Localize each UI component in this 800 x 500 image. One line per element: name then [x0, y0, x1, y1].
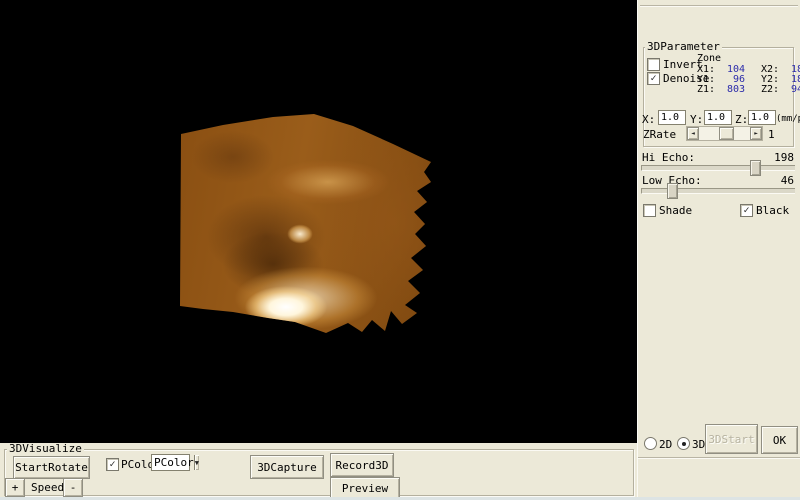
bottom-toolbar: 3DVisualize StartRotate + Speed - ✓ PCol…: [0, 443, 637, 500]
low-echo-slider-thumb[interactable]: [667, 183, 678, 199]
speed-plus-button[interactable]: +: [5, 478, 25, 497]
zone-z1-value: 803: [717, 85, 745, 95]
parameter-panel: 3DParameter Invert ✓ Denoise Zone X1: 10…: [637, 0, 800, 500]
zone-z2-label: Z2:: [761, 85, 783, 95]
radio-dot-icon: [682, 442, 686, 446]
3dstart-button[interactable]: 3DStart: [705, 424, 758, 454]
pcolor-dropdown[interactable]: PColor ▼: [151, 454, 190, 471]
scale-x-label: X:: [642, 113, 655, 126]
zrate-scrollbar[interactable]: ◄ ►: [686, 126, 763, 141]
render-viewport[interactable]: [0, 0, 637, 443]
ok-button[interactable]: OK: [761, 426, 798, 454]
black-checkbox[interactable]: ✓: [740, 204, 753, 217]
pcolor-checkbox[interactable]: ✓: [106, 458, 119, 471]
zrate-scroll-thumb[interactable]: [719, 127, 734, 140]
3dcapture-button[interactable]: 3DCapture: [250, 455, 324, 479]
low-echo-value: 46: [756, 174, 794, 187]
record3d-button[interactable]: Record3D: [330, 453, 394, 477]
start-rotate-button[interactable]: StartRotate: [13, 456, 90, 479]
check-icon: ✓: [650, 74, 656, 84]
speed-minus-button[interactable]: -: [63, 478, 83, 497]
preview-button[interactable]: Preview: [330, 477, 400, 499]
check-icon: ✓: [109, 460, 115, 470]
mode-2d-radio[interactable]: [644, 437, 657, 450]
scale-z-label: Z:: [735, 113, 748, 126]
dropdown-arrow-icon[interactable]: ▼: [194, 455, 199, 470]
speed-label: Speed: [31, 481, 64, 494]
zrate-value: 1: [768, 128, 775, 141]
scale-unit-label: (mm/p): [776, 114, 800, 124]
app-window: 3DParameter Invert ✓ Denoise Zone X1: 10…: [0, 0, 800, 500]
arrow-right-icon: ►: [754, 130, 758, 137]
zone-title: Zone: [697, 53, 721, 64]
mode-3d-label: 3D: [692, 438, 705, 451]
pcolor-dropdown-value: PColor: [152, 456, 194, 469]
mode-3d-radio[interactable]: [677, 437, 690, 450]
hi-echo-value: 198: [756, 151, 794, 164]
zone-z2-value: 941: [783, 85, 800, 95]
denoise-checkbox[interactable]: ✓: [647, 72, 660, 85]
scale-x-input[interactable]: [658, 110, 686, 125]
scroll-left-button[interactable]: ◄: [687, 127, 699, 140]
panel-top-edge: [640, 5, 798, 7]
scale-z-input[interactable]: [748, 110, 776, 125]
panel-bottom-separator: [638, 457, 800, 459]
shade-checkbox[interactable]: [643, 204, 656, 217]
invert-checkbox[interactable]: [647, 58, 660, 71]
shade-label: Shade: [659, 204, 692, 217]
arrow-left-icon: ◄: [691, 130, 695, 137]
hi-echo-slider-track[interactable]: [641, 165, 795, 171]
mode-2d-label: 2D: [659, 438, 672, 451]
low-echo-slider-track[interactable]: [641, 188, 795, 194]
check-icon: ✓: [743, 206, 749, 216]
scale-y-label: Y:: [690, 113, 703, 126]
parameter-groupbox-title: 3DParameter: [645, 41, 722, 52]
zrate-label: ZRate: [643, 128, 676, 141]
zone-z1-label: Z1:: [697, 85, 717, 95]
zone-row: Z1: 803 Z2: 941: [697, 85, 800, 95]
scroll-right-button[interactable]: ►: [750, 127, 762, 140]
black-label: Black: [756, 204, 789, 217]
ultrasound-volume-render: [178, 112, 434, 338]
visualize-groupbox-title: 3DVisualize: [7, 443, 84, 454]
hi-echo-label: Hi Echo:: [642, 151, 695, 164]
scale-y-input[interactable]: [704, 110, 732, 125]
